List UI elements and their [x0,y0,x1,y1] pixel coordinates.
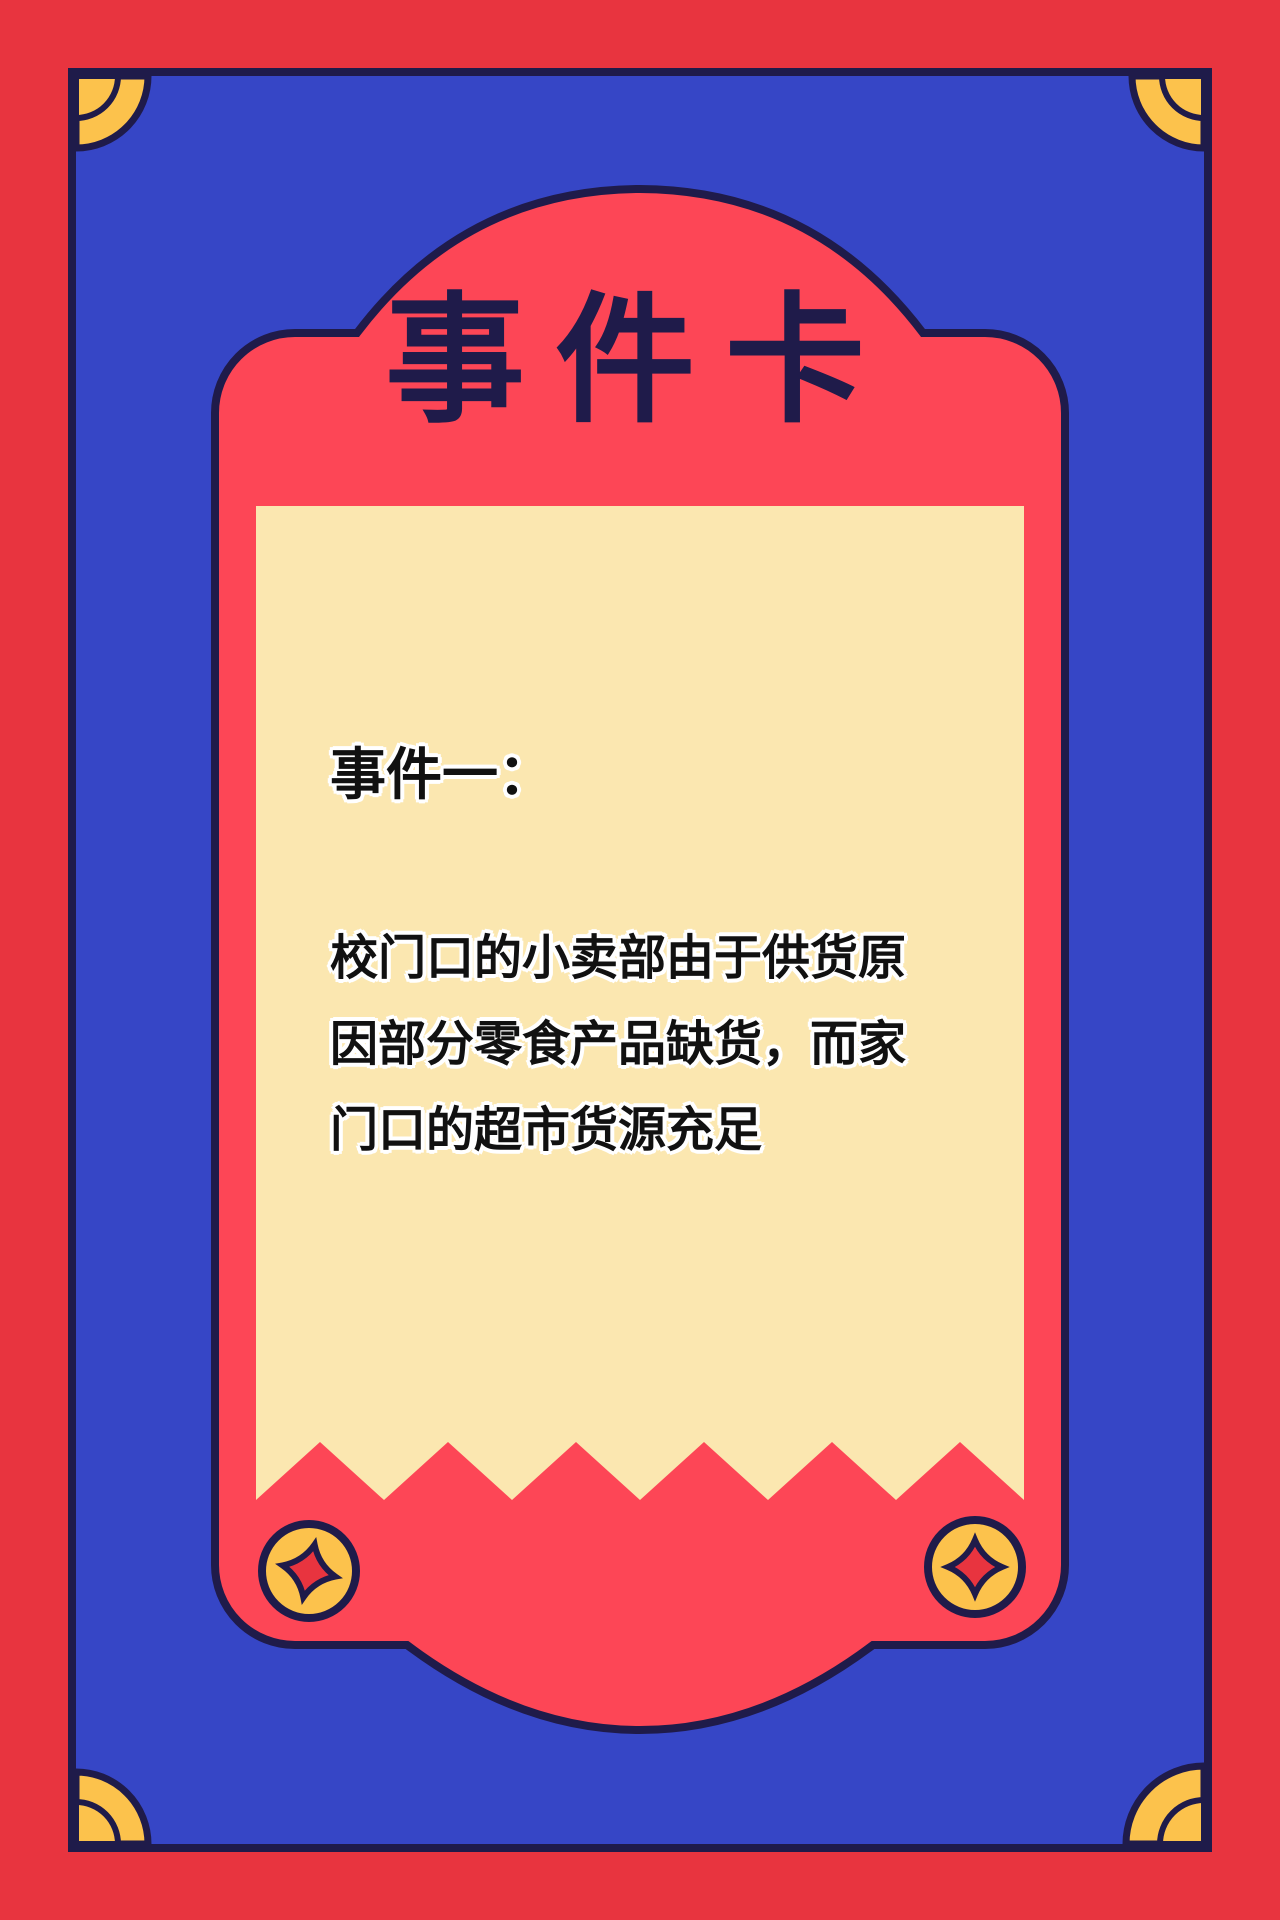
event-description: 校门口的小卖部由于供货原 因部分零食产品缺货，而家 门口的超市货源充足 [330,915,960,1173]
card-title: 事件卡 [384,280,895,443]
event-line: 门口的超市货源充足 [330,1102,763,1158]
event-line: 校门口的小卖部由于供货原 [330,930,907,986]
event-line: 因部分零食产品缺货，而家 [330,1016,907,1072]
coin-icon-left [258,1520,360,1622]
event-heading: 事件一： [330,743,554,808]
coin-icon-right [924,1516,1026,1618]
